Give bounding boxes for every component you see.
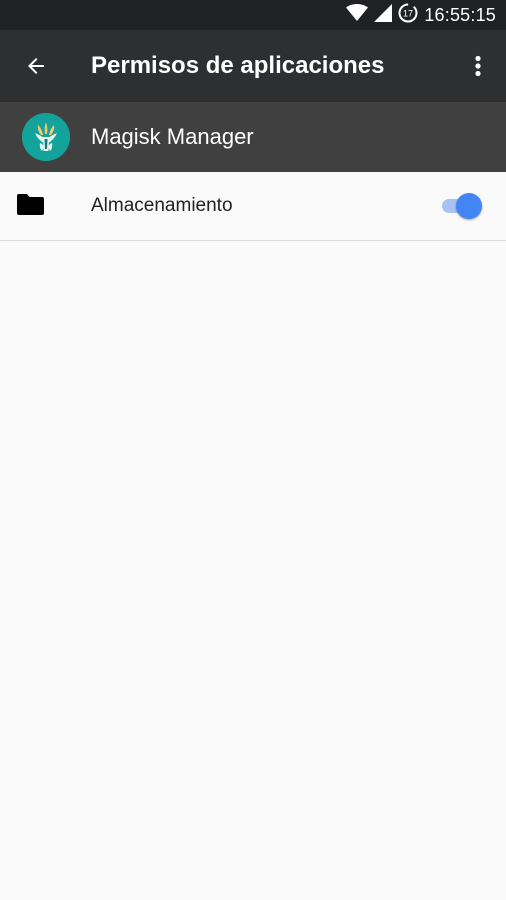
toolbar: Permisos de aplicaciones [0, 30, 506, 102]
app-header: Magisk Manager [0, 102, 506, 172]
overflow-menu-button[interactable] [456, 42, 500, 90]
folder-icon [17, 194, 44, 218]
magisk-logo-icon [22, 113, 70, 161]
app-permissions-screen: 17 16:55:15 Permisos de aplicaciones Mag… [0, 0, 506, 900]
permission-row-storage[interactable]: Almacenamiento [0, 172, 506, 241]
arrow-back-icon [28, 58, 44, 74]
signal-icon [374, 3, 393, 27]
status-time: 16:55:15 [424, 4, 496, 25]
toggle-thumb [456, 193, 482, 219]
page-title: Permisos de aplicaciones [91, 52, 385, 79]
permission-label: Almacenamiento [91, 195, 233, 216]
back-button[interactable] [12, 42, 60, 90]
status-bar: 17 16:55:15 [0, 0, 506, 30]
app-name: Magisk Manager [91, 124, 254, 149]
data-saver-icon: 17 [398, 3, 418, 28]
status-icons: 17 16:55:15 [346, 0, 496, 30]
storage-permission-toggle[interactable] [438, 192, 486, 220]
more-vert-icon [475, 55, 481, 77]
wifi-icon [346, 3, 369, 27]
data-saver-badge-number: 17 [403, 8, 413, 18]
